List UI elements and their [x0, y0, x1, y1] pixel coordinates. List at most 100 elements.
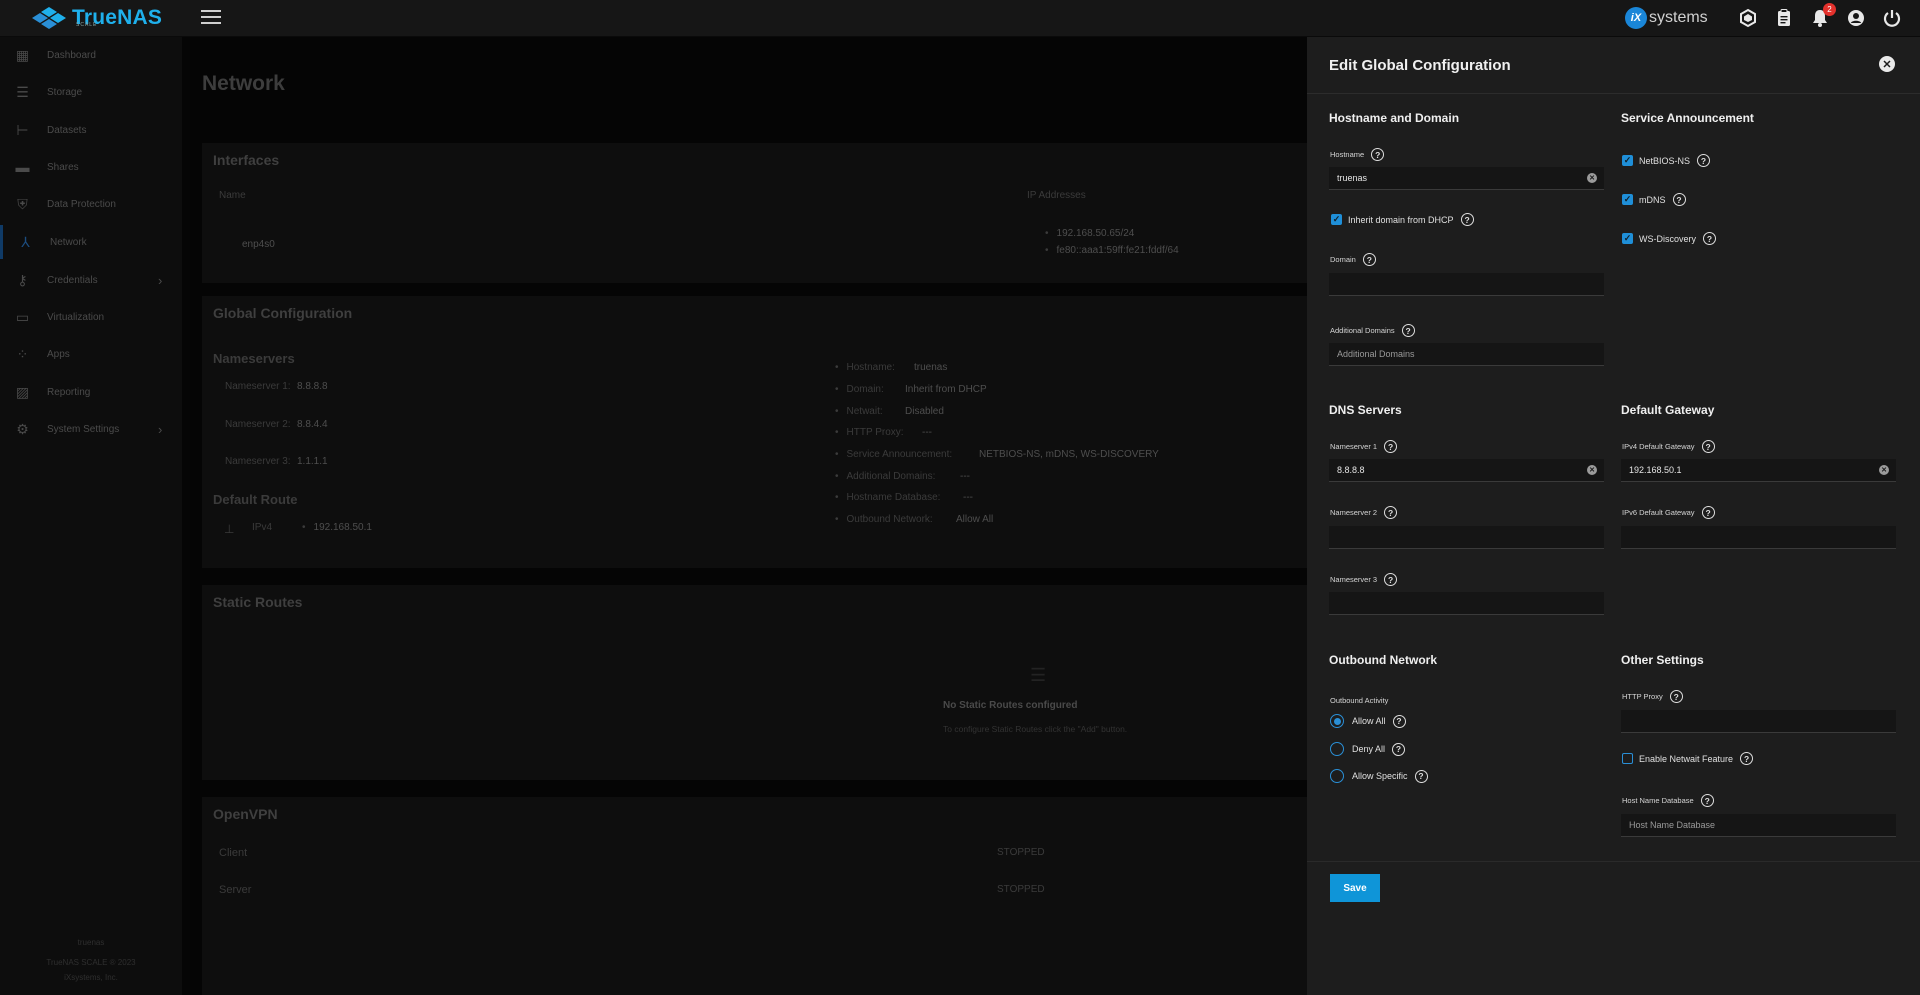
nameserver2-label: Nameserver 2 ?	[1330, 506, 1398, 519]
help-icon[interactable]: ?	[1740, 752, 1754, 765]
ws-discovery-checkbox[interactable]: ✓	[1622, 233, 1633, 244]
ns1-label: Nameserver 1:	[225, 381, 291, 392]
additional-domains-input[interactable]: Additional Domains	[1329, 343, 1604, 366]
help-icon[interactable]: ?	[1371, 148, 1385, 161]
allow-all-radio-row[interactable]: Allow All ?	[1330, 714, 1406, 728]
ipv4-gateway-label-text: IPv4 Default Gateway	[1622, 442, 1695, 451]
hostname-input[interactable]: truenas ✕	[1329, 167, 1604, 190]
openvpn-title: OpenVPN	[213, 806, 278, 822]
help-icon[interactable]: ?	[1384, 440, 1398, 453]
nameserver1-value: 8.8.8.8	[1337, 465, 1365, 475]
mdns-checkbox[interactable]: ✓	[1622, 194, 1633, 205]
logo-subtitle: SCALE	[76, 22, 98, 28]
save-button[interactable]: Save	[1330, 874, 1380, 902]
sidebar-footer-version[interactable]: TrueNAS SCALE ® 2023	[0, 958, 182, 967]
account-icon[interactable]	[1846, 8, 1866, 28]
ixsystems-logo[interactable]: iX systems	[1625, 7, 1708, 29]
sidebar-item-network[interactable]: ⅄ Network	[0, 225, 182, 259]
nameserver1-label-text: Nameserver 1	[1330, 442, 1378, 451]
ipv4-gateway-label: IPv4 Default Gateway ?	[1622, 440, 1715, 453]
help-icon[interactable]: ?	[1401, 324, 1415, 337]
help-icon[interactable]: ?	[1362, 253, 1376, 266]
sidebar-item-virtualization[interactable]: ▭ Virtualization	[0, 300, 182, 334]
deny-all-radio-row[interactable]: Deny All ?	[1330, 742, 1406, 756]
sidebar-item-credentials[interactable]: ⚷ Credentials ›	[0, 263, 182, 297]
clear-icon[interactable]: ✕	[1587, 465, 1597, 475]
interfaces-card: Interfaces Name IP Addresses enp4s0 192.…	[202, 143, 1307, 283]
menu-toggle-icon[interactable]	[201, 10, 221, 26]
sidebar-item-data-protection[interactable]: ⛨ Data Protection	[0, 187, 182, 221]
inherit-domain-checkbox-row[interactable]: ✓ Inherit domain from DHCP ?	[1331, 213, 1474, 226]
ipv4-gateway-input[interactable]: 192.168.50.1 ✕	[1621, 459, 1896, 482]
help-icon[interactable]: ?	[1669, 690, 1683, 703]
info-hostdb-value: ---	[963, 492, 973, 503]
nameserver1-input[interactable]: 8.8.8.8 ✕	[1329, 459, 1604, 482]
info-hostname-label: Hostname:	[835, 362, 895, 373]
close-icon[interactable]: ✕	[1879, 56, 1895, 72]
domain-input[interactable]	[1329, 273, 1604, 296]
help-icon[interactable]: ?	[1414, 769, 1428, 783]
help-icon[interactable]: ?	[1697, 154, 1711, 167]
allow-all-radio[interactable]	[1330, 714, 1344, 728]
help-icon[interactable]: ?	[1384, 573, 1398, 586]
netwait-checkbox-row[interactable]: Enable Netwait Feature ?	[1622, 752, 1754, 765]
power-icon[interactable]	[1882, 8, 1902, 28]
host-name-database-input[interactable]: Host Name Database	[1621, 814, 1896, 837]
ix-text: systems	[1649, 9, 1708, 26]
domain-label: Domain ?	[1330, 253, 1376, 266]
help-icon[interactable]: ?	[1703, 232, 1717, 245]
chevron-right-icon: ›	[158, 272, 163, 288]
http-proxy-input[interactable]	[1621, 710, 1896, 733]
sidebar-item-label: Reporting	[47, 386, 91, 398]
mdns-checkbox-row[interactable]: ✓ mDNS ?	[1622, 193, 1686, 206]
sidebar-item-shares[interactable]: ▬ Shares	[0, 150, 182, 184]
sidebar-item-system-settings[interactable]: ⚙ System Settings ›	[0, 412, 182, 446]
http-proxy-label: HTTP Proxy ?	[1622, 690, 1683, 703]
jobs-clipboard-icon[interactable]	[1774, 8, 1794, 28]
openvpn-card: OpenVPN Client STOPPED Server STOPPED	[202, 797, 1307, 995]
allow-specific-radio-row[interactable]: Allow Specific ?	[1330, 769, 1428, 783]
inherit-domain-checkbox[interactable]: ✓	[1331, 214, 1342, 225]
hostname-value: truenas	[1337, 173, 1368, 183]
sidebar-item-apps[interactable]: ⁘ Apps	[0, 337, 182, 371]
help-icon[interactable]: ?	[1701, 506, 1715, 519]
netbios-checkbox-row[interactable]: ✓ NetBIOS-NS ?	[1622, 154, 1711, 167]
sidebar-item-reporting[interactable]: ▨ Reporting	[0, 375, 182, 409]
storage-icon: ☰	[16, 83, 29, 100]
panel-title: Edit Global Configuration	[1329, 57, 1511, 74]
netwait-checkbox[interactable]	[1622, 753, 1633, 764]
help-icon[interactable]: ?	[1460, 213, 1474, 226]
nameserver3-input[interactable]	[1329, 592, 1604, 615]
nameserver2-label-text: Nameserver 2	[1330, 508, 1378, 517]
sidebar-item-label: Datasets	[47, 124, 87, 136]
deny-all-radio[interactable]	[1330, 742, 1344, 756]
nameserver3-label: Nameserver 3 ?	[1330, 573, 1398, 586]
sidebar-item-dashboard[interactable]: ▦ Dashboard	[0, 38, 182, 72]
help-icon[interactable]: ?	[1701, 440, 1715, 453]
sidebar-item-label: Apps	[47, 348, 70, 360]
netbios-checkbox[interactable]: ✓	[1622, 155, 1633, 166]
help-icon[interactable]: ?	[1392, 714, 1406, 728]
help-icon[interactable]: ?	[1392, 742, 1406, 756]
nameserver2-input[interactable]	[1329, 526, 1604, 549]
sidebar-item-datasets[interactable]: ⊢ Datasets	[0, 113, 182, 147]
clear-icon[interactable]: ✕	[1587, 173, 1597, 183]
help-icon[interactable]: ?	[1672, 193, 1686, 206]
help-icon[interactable]: ?	[1384, 506, 1398, 519]
outbound-network-title: Outbound Network	[1329, 653, 1437, 667]
divider	[1307, 861, 1920, 862]
default-gateway-title: Default Gateway	[1621, 403, 1715, 417]
ipv6-gateway-label-text: IPv6 Default Gateway	[1622, 508, 1695, 517]
route-icon: ⊥	[224, 522, 235, 536]
ws-discovery-checkbox-row[interactable]: ✓ WS-Discovery ?	[1622, 232, 1717, 245]
sidebar-item-storage[interactable]: ☰ Storage	[0, 75, 182, 109]
help-icon[interactable]: ?	[1700, 794, 1714, 807]
interface-name[interactable]: enp4s0	[242, 239, 275, 250]
hostname-label: Hostname ?	[1330, 148, 1385, 161]
allow-specific-radio[interactable]	[1330, 769, 1344, 783]
nameserver3-label-text: Nameserver 3	[1330, 575, 1378, 584]
clear-icon[interactable]: ✕	[1879, 465, 1889, 475]
inherit-domain-label: Inherit domain from DHCP	[1348, 214, 1454, 225]
ipv6-gateway-input[interactable]	[1621, 526, 1896, 549]
truecommand-icon[interactable]	[1738, 8, 1758, 28]
